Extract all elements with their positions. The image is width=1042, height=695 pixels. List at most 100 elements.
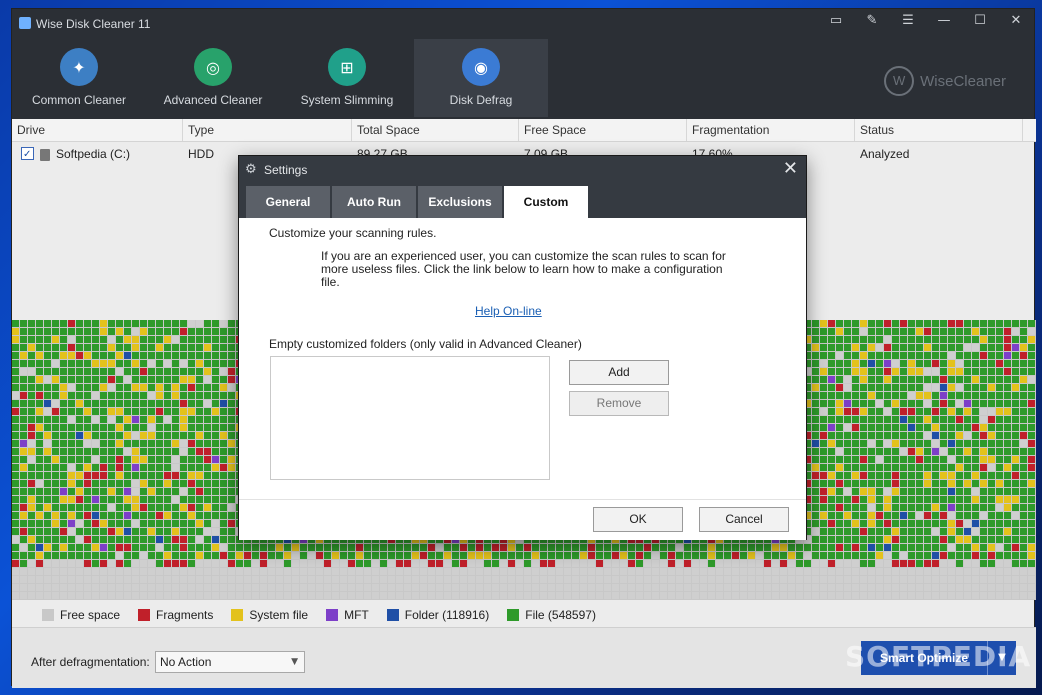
disk-block (212, 336, 219, 343)
disk-block (388, 544, 395, 551)
close-icon[interactable]: ✕ (783, 158, 798, 179)
disk-block (68, 440, 75, 447)
disk-block (532, 576, 539, 583)
disk-block (68, 568, 75, 575)
title-bar: Wise Disk Cleaner 11 ▭ ✎ ☰ — ☐ ✕ ✦ Commo… (12, 9, 1034, 119)
disk-block (84, 328, 91, 335)
column-header[interactable]: Type (183, 119, 352, 141)
drive-checkbox[interactable] (21, 145, 34, 165)
disk-block (100, 592, 107, 599)
disk-block (908, 336, 915, 343)
disk-block (12, 328, 19, 335)
column-header[interactable]: Fragmentation (687, 119, 855, 141)
disk-block (44, 368, 51, 375)
disk-block (244, 592, 251, 599)
disk-block (364, 560, 371, 567)
disk-block (940, 536, 947, 543)
disk-block (1028, 472, 1035, 479)
disk-block (28, 512, 35, 519)
cancel-button[interactable]: Cancel (699, 507, 789, 532)
disk-block (372, 552, 379, 559)
disk-block (836, 352, 843, 359)
feedback-icon[interactable]: ▭ (818, 9, 854, 33)
disk-block (868, 416, 875, 423)
disk-block (812, 512, 819, 519)
maximize-icon[interactable]: ☐ (962, 9, 998, 33)
column-header[interactable]: Status (855, 119, 1023, 141)
disk-block (588, 584, 595, 591)
remove-button[interactable]: Remove (569, 391, 669, 416)
disk-block (820, 584, 827, 591)
disk-block (36, 520, 43, 527)
disk-block (228, 384, 235, 391)
disk-block (948, 408, 955, 415)
add-button[interactable]: Add (569, 360, 669, 385)
disk-block (44, 392, 51, 399)
menu-icon[interactable]: ☰ (890, 9, 926, 33)
disk-block (948, 464, 955, 471)
nav-disk-defrag[interactable]: ◉ Disk Defrag (414, 39, 548, 117)
disk-block (156, 352, 163, 359)
disk-block (20, 536, 27, 543)
disk-block (412, 544, 419, 551)
disk-block (220, 352, 227, 359)
disk-block (660, 584, 667, 591)
disk-block (100, 424, 107, 431)
disk-block (916, 352, 923, 359)
disk-block (820, 464, 827, 471)
disk-block (148, 368, 155, 375)
disk-block (1004, 360, 1011, 367)
dialog-title: Settings (264, 163, 308, 177)
disk-block (964, 592, 971, 599)
legend-item: Folder (118916) (386, 608, 489, 622)
disk-block (300, 576, 307, 583)
disk-block (116, 448, 123, 455)
nav-system-slimming[interactable]: ⊞ System Slimming (280, 39, 414, 117)
disk-block (60, 368, 67, 375)
custom-folders-list[interactable] (270, 356, 550, 480)
disk-block (540, 568, 547, 575)
nav-label: Common Cleaner (31, 93, 127, 107)
disk-block (140, 536, 147, 543)
disk-block (460, 592, 467, 599)
disk-block (820, 456, 827, 463)
help-online-link[interactable]: Help On-line (475, 304, 542, 318)
disk-block (172, 440, 179, 447)
disk-block (772, 568, 779, 575)
after-defrag-select[interactable]: No Action ▼ (155, 651, 305, 673)
tab-auto-run[interactable]: Auto Run (332, 186, 416, 218)
ok-button[interactable]: OK (593, 507, 683, 532)
disk-block (876, 392, 883, 399)
disk-block (820, 408, 827, 415)
nav-common-cleaner[interactable]: ✦ Common Cleaner (12, 39, 146, 117)
tab-exclusions[interactable]: Exclusions (418, 186, 502, 218)
disk-block (420, 592, 427, 599)
disk-block (132, 560, 139, 567)
disk-block (172, 328, 179, 335)
disk-block (868, 560, 875, 567)
disk-block (892, 512, 899, 519)
minimize-icon[interactable]: — (926, 9, 962, 33)
notes-icon[interactable]: ✎ (854, 9, 890, 33)
tab-general[interactable]: General (246, 186, 330, 218)
disk-block (908, 424, 915, 431)
disk-block (292, 576, 299, 583)
disk-block (108, 592, 115, 599)
disk-block (980, 448, 987, 455)
disk-block (828, 464, 835, 471)
disk-block (108, 320, 115, 327)
disk-block (28, 536, 35, 543)
column-header[interactable]: Drive (12, 119, 183, 141)
disk-block (188, 512, 195, 519)
nav-advanced-cleaner[interactable]: ◎ Advanced Cleaner (146, 39, 280, 117)
column-header[interactable]: Free Space (519, 119, 687, 141)
disk-block (140, 440, 147, 447)
column-header[interactable]: Total Space (352, 119, 519, 141)
disk-block (204, 376, 211, 383)
tab-custom[interactable]: Custom (504, 186, 588, 218)
disk-block (668, 560, 675, 567)
disk-block (892, 424, 899, 431)
windows-icon: ⊞ (328, 48, 366, 86)
disk-block (788, 584, 795, 591)
close-icon[interactable]: ✕ (998, 9, 1034, 33)
